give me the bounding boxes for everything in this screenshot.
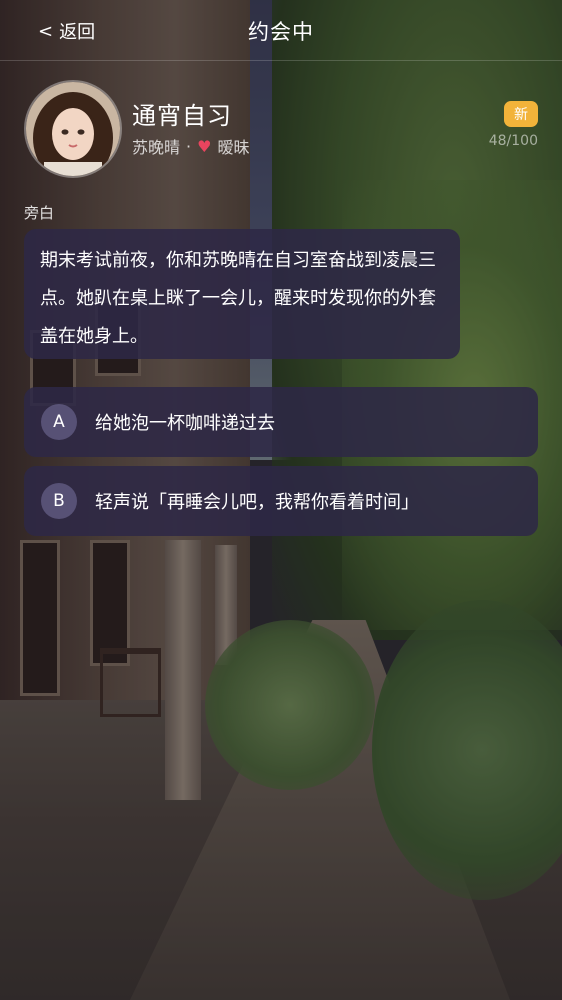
- heart-icon: ♥: [197, 136, 212, 156]
- avatar: [24, 80, 122, 178]
- new-badge: 新: [504, 101, 538, 127]
- choice-text: 轻声说「再睡会儿吧，我帮你看着时间」: [95, 492, 419, 513]
- page-title: 约会中: [248, 20, 314, 44]
- narration-text: 期末考试前夜，你和苏晚晴在自习室奋战到凌晨三点。她趴在桌上眯了一会儿，醒来时发现…: [24, 229, 460, 359]
- narration-label: 旁白: [24, 204, 55, 222]
- choice-text: 给她泡一杯咖啡递过去: [95, 413, 275, 434]
- character-info: 苏晚晴 · ♥ 暧昧: [132, 134, 249, 158]
- scene-title: 通宵自习: [132, 102, 232, 130]
- choice-b-button[interactable]: B 轻声说「再睡会儿吧，我帮你看着时间」: [24, 466, 538, 536]
- affection-progress: 48/100: [488, 133, 538, 149]
- choice-a-button[interactable]: A 给她泡一杯咖啡递过去: [24, 387, 538, 457]
- character-name: 苏晚晴: [132, 138, 181, 157]
- choice-letter: B: [41, 483, 77, 519]
- relationship-status: 暧昧: [217, 138, 250, 157]
- top-bar: < 返回 约会中: [0, 0, 562, 61]
- choice-letter: A: [41, 404, 77, 440]
- character-portrait: [26, 82, 120, 176]
- separator: ·: [186, 136, 192, 156]
